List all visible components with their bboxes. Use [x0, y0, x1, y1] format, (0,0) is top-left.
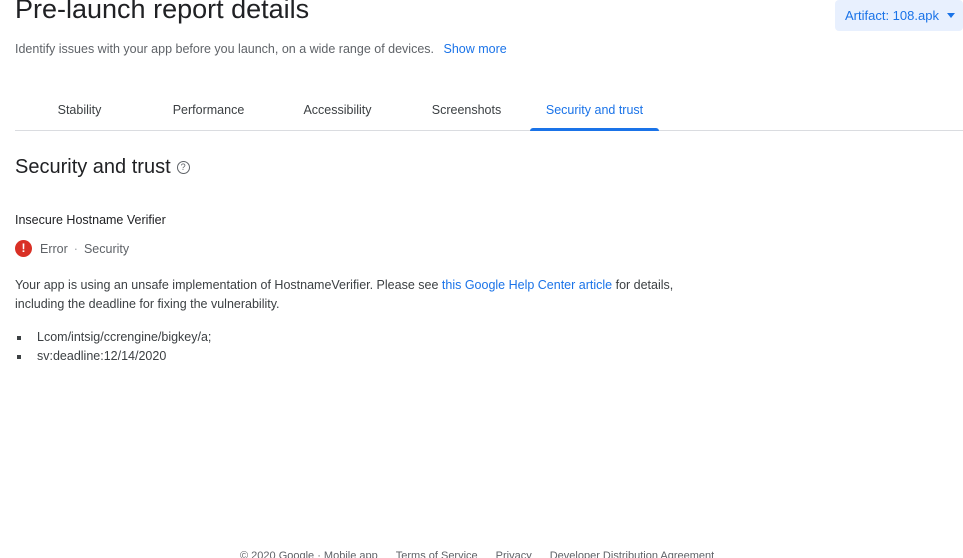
- artifact-label: Artifact: 108.apk: [845, 8, 939, 23]
- issue-detail-list: Lcom/intsig/ccrengine/bigkey/a; sv:deadl…: [15, 328, 211, 366]
- list-item: sv:deadline:12/14/2020: [15, 347, 211, 366]
- tab-stability[interactable]: Stability: [15, 90, 144, 130]
- issue-title: Insecure Hostname Verifier: [15, 213, 166, 227]
- issue-meta: ! Error · Security: [15, 240, 129, 257]
- section-heading: Security and trust ?: [15, 156, 190, 179]
- error-icon: !: [15, 240, 32, 257]
- category-label: Security: [83, 241, 130, 256]
- description-text-before: Your app is using an unsafe implementati…: [15, 278, 442, 292]
- subtitle-text: Identify issues with your app before you…: [15, 42, 435, 56]
- footer: © 2020 Google · Mobile app Terms of Serv…: [240, 550, 714, 558]
- footer-terms-link[interactable]: Terms of Service: [396, 550, 478, 558]
- tab-screenshots[interactable]: Screenshots: [402, 90, 531, 130]
- issue-description: Your app is using an unsafe implementati…: [15, 276, 715, 314]
- list-item: Lcom/intsig/ccrengine/bigkey/a;: [15, 328, 211, 347]
- tab-performance[interactable]: Performance: [144, 90, 273, 130]
- page-subtitle: Identify issues with your app before you…: [15, 42, 507, 56]
- section-title: Security and trust: [15, 156, 171, 178]
- show-more-link[interactable]: Show more: [444, 42, 507, 56]
- footer-copyright: © 2020 Google · Mobile app: [240, 550, 378, 558]
- artifact-dropdown-button[interactable]: Artifact: 108.apk: [835, 0, 963, 31]
- meta-separator: ·: [73, 241, 78, 256]
- tab-accessibility[interactable]: Accessibility: [273, 90, 402, 130]
- page-title: Pre-launch report details: [15, 0, 310, 24]
- caret-down-icon: [946, 13, 955, 18]
- footer-developer-agreement-link[interactable]: Developer Distribution Agreement: [550, 550, 714, 558]
- report-tabs: Stability Performance Accessibility Scre…: [15, 90, 963, 131]
- tab-security-and-trust[interactable]: Security and trust: [530, 90, 659, 131]
- pre-launch-report-page: Pre-launch report details Artifact: 108.…: [0, 0, 963, 558]
- help-center-link[interactable]: this Google Help Center article: [442, 278, 612, 292]
- footer-privacy-link[interactable]: Privacy: [496, 550, 532, 558]
- severity-label: Error: [40, 241, 68, 256]
- help-circle-icon[interactable]: ?: [176, 161, 190, 174]
